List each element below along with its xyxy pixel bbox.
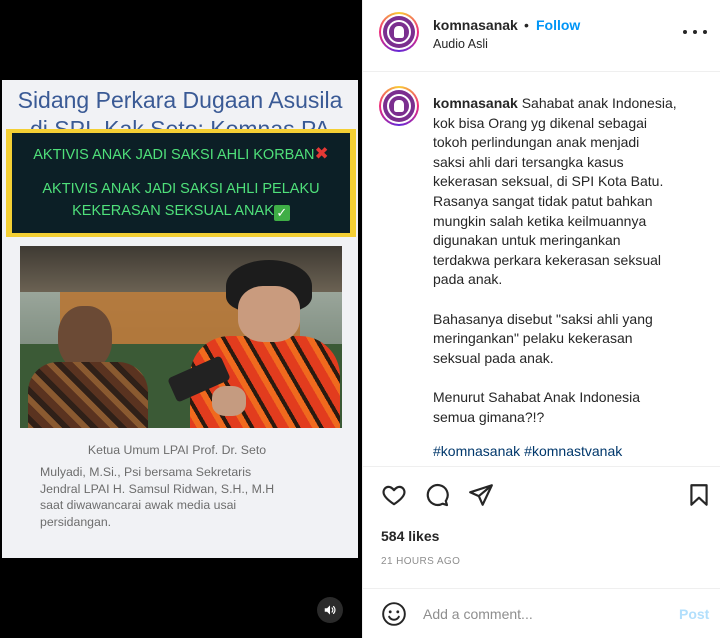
comment-bar: Post <box>363 588 720 638</box>
post-media-video[interactable]: Sidang Perkara Dugaan Asusila di SPI, Ka… <box>0 0 362 638</box>
caption-line: pada anak. <box>433 271 503 288</box>
post-details-panel: komnasanak • Follow Audio Asli komnasana… <box>362 0 720 638</box>
caption-line: digunakan untuk meringankan <box>433 232 621 249</box>
headline-line-1: Sidang Perkara Dugaan Asusila <box>17 87 343 113</box>
photo-caption: Ketua Umum LPAI Prof. Dr. Seto Mulyadi, … <box>40 443 275 529</box>
avatar[interactable] <box>379 12 419 52</box>
heart-icon[interactable] <box>381 482 407 508</box>
caption-line: kekerasan seksual, di SPI Kota Batu. <box>433 173 664 190</box>
speaker-icon[interactable] <box>317 597 343 623</box>
caption-line: Menurut Sahabat Anak Indonesia <box>433 388 641 405</box>
hashtag-list: #komnasanak #komnastvanak <box>433 443 626 459</box>
emoji-icon[interactable] <box>381 601 407 627</box>
hashtag-link[interactable]: #komnastvanak <box>524 443 622 459</box>
news-article-card: Sidang Perkara Dugaan Asusila di SPI, Ka… <box>2 80 358 558</box>
caption-username[interactable]: komnasanak <box>433 95 518 111</box>
likes-count[interactable]: 584 likes <box>381 528 439 544</box>
banner-line-1: AKTIVIS ANAK JADI SAKSI AHLI KORBAN✖ <box>33 144 329 163</box>
bookmark-icon[interactable] <box>686 482 712 508</box>
komnas-logo-icon <box>383 16 415 48</box>
caption-line: meringankan" pelaku kekerasan <box>433 330 633 347</box>
caption-avatar[interactable] <box>379 86 419 126</box>
caption-line: tokoh perlindungan anak menjadi <box>433 134 640 151</box>
caption-line: semua gimana?!? <box>433 408 545 425</box>
caption-line: seksual pada anak. <box>433 349 554 366</box>
check-mark-icon: ✓ <box>273 205 290 221</box>
caption-line: Bahasanya disebut "saksi ahli yang <box>433 310 653 327</box>
hashtag-link[interactable]: #komnasanak <box>433 443 520 459</box>
caption-line: kok bisa Orang yg dikenal sebagai <box>433 114 648 131</box>
caption-line: saksi ahli dari tersangka kasus <box>433 153 624 170</box>
separator-dot: • <box>524 17 529 33</box>
post-header: komnasanak • Follow Audio Asli <box>363 0 720 72</box>
post-caption: komnasanak Sahabat anak Indonesia, kok b… <box>433 94 703 427</box>
share-icon[interactable] <box>468 482 494 508</box>
comment-icon[interactable] <box>424 482 450 508</box>
post-timestamp[interactable]: 21 HOURS AGO <box>381 556 460 567</box>
cross-mark-icon: ✖ <box>314 144 329 163</box>
caption-line: komnasanak Sahabat anak Indonesia, <box>433 95 677 111</box>
banner-line-2: AKTIVIS ANAK JADI SAKSI AHLI PELAKU <box>42 181 320 197</box>
follow-button[interactable]: Follow <box>536 17 580 33</box>
caption-line: Rasanya sangat tidak patut bahkan <box>433 192 653 209</box>
banner-line-3: KEKERASAN SEKSUAL ANAK ✓ <box>12 201 350 221</box>
username-link[interactable]: komnasanak <box>433 17 518 33</box>
more-options-icon[interactable] <box>683 26 707 38</box>
audio-link[interactable]: Audio Asli <box>433 37 488 51</box>
caption-line: terdakwa perkara kekerasan seksual <box>433 251 662 268</box>
caption-line: mungkin salah ketika keilmuannya <box>433 212 647 229</box>
person-left <box>28 306 148 428</box>
comment-input[interactable] <box>423 603 653 625</box>
text-overlay-banner: AKTIVIS ANAK JADI SAKSI AHLI KORBAN✖ AKT… <box>6 129 356 237</box>
news-photo <box>20 246 342 428</box>
komnas-logo-icon <box>383 90 415 122</box>
post-comment-button[interactable]: Post <box>679 606 709 622</box>
